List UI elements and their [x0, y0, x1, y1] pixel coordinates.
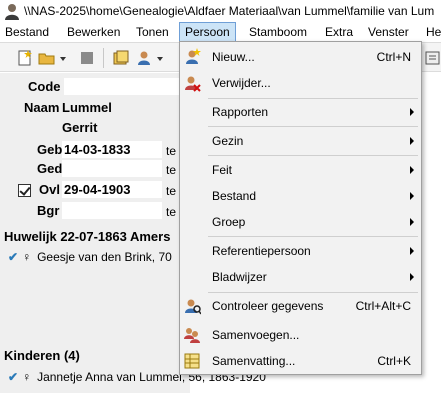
- partner-name: Geesje van den Brink, 70: [37, 250, 172, 264]
- menu-item-gezin[interactable]: Gezin: [180, 130, 421, 152]
- menu-bar: Bestand Bewerken Tonen Persoon Stamboom …: [0, 22, 441, 42]
- submenu-arrow-icon: [410, 166, 414, 174]
- menu-item-rapporten[interactable]: Rapporten: [180, 101, 421, 123]
- toolbar-more-icon[interactable]: [424, 49, 441, 67]
- menu-venster[interactable]: Venster: [363, 22, 414, 42]
- new-person-icon: [186, 48, 201, 64]
- app-icon: [5, 4, 19, 20]
- window-title: \\NAS-2025\home\Genealogie\Aldfaer Mater…: [24, 4, 435, 18]
- delete-person-icon: [185, 76, 201, 92]
- bgr-label: Bgr: [37, 203, 60, 218]
- baptism-date-field[interactable]: [62, 160, 162, 177]
- deceased-checkbox[interactable]: [18, 184, 31, 197]
- menu-stamboom[interactable]: Stamboom: [244, 22, 312, 42]
- death-place-prefix: te: [166, 184, 177, 198]
- check-icon: ✔: [8, 250, 19, 264]
- menu-item-groep[interactable]: Groep: [180, 211, 421, 233]
- submenu-arrow-icon: [410, 218, 414, 226]
- code-field[interactable]: [64, 78, 190, 95]
- menu-item-nieuw[interactable]: Nieuw... Ctrl+N: [180, 46, 421, 68]
- check-icon: ✔: [8, 370, 19, 384]
- menu-item-referentiepersoon[interactable]: Referentiepersoon: [180, 240, 421, 262]
- menu-bewerken[interactable]: Bewerken: [62, 22, 125, 42]
- menu-persoon[interactable]: Persoon: [179, 22, 236, 42]
- menu-help[interactable]: He: [421, 22, 441, 42]
- birth-place-prefix: te: [166, 144, 177, 158]
- menu-item-verwijder[interactable]: Verwijder...: [180, 72, 421, 94]
- burial-place-prefix: te: [166, 205, 177, 219]
- database-icon[interactable]: [112, 49, 130, 67]
- code-label: Code: [28, 79, 61, 94]
- new-record-icon[interactable]: [16, 49, 34, 67]
- female-icon: ♀: [22, 250, 32, 264]
- chevron-down-icon[interactable]: [155, 49, 165, 67]
- death-date-value[interactable]: 29-04-1903: [64, 182, 131, 197]
- menu-separator: [208, 98, 418, 99]
- partner-row[interactable]: ✔ ♀ Geesje van den Brink, 70: [8, 250, 172, 264]
- menu-item-bestand[interactable]: Bestand: [180, 185, 421, 207]
- menu-extra[interactable]: Extra: [320, 22, 358, 42]
- submenu-arrow-icon: [410, 273, 414, 281]
- person-icon[interactable]: [135, 49, 153, 67]
- marriage-header[interactable]: Huwelijk 22-07-1863 Amers: [4, 229, 170, 244]
- ged-label: Ged: [37, 161, 63, 176]
- persoon-menu: Nieuw... Ctrl+N Verwijder... Rapporten G…: [179, 41, 422, 375]
- menu-separator: [208, 236, 418, 237]
- menu-bestand[interactable]: Bestand: [0, 22, 54, 42]
- baptism-place-prefix: te: [166, 163, 177, 177]
- ovl-label: Ovl: [39, 182, 60, 197]
- toolbar-separator: [103, 48, 104, 68]
- summary-icon: [184, 353, 200, 369]
- menu-item-samenvoegen[interactable]: Samenvoegen...: [180, 324, 421, 346]
- menu-item-samenvatting[interactable]: Samenvatting... Ctrl+K: [180, 350, 421, 372]
- menu-item-controleer-gegevens[interactable]: Controleer gegevens Ctrl+Alt+C: [180, 295, 421, 317]
- check-person-icon: [185, 299, 201, 315]
- children-header[interactable]: Kinderen (4): [4, 348, 80, 363]
- geb-label: Geb: [37, 142, 63, 157]
- burial-date-field[interactable]: [62, 202, 162, 219]
- submenu-arrow-icon: [410, 108, 414, 116]
- menu-item-bladwijzer[interactable]: Bladwijzer: [180, 266, 421, 288]
- birth-date-value[interactable]: 14-03-1833: [64, 142, 131, 157]
- female-icon: ♀: [22, 370, 32, 384]
- surname-value[interactable]: Lummel: [62, 100, 112, 115]
- stop-icon[interactable]: [78, 49, 96, 67]
- merge-persons-icon: [184, 328, 200, 343]
- open-folder-icon[interactable]: [38, 49, 56, 67]
- menu-item-feit[interactable]: Feit: [180, 159, 421, 181]
- naam-label: Naam: [24, 100, 60, 115]
- menu-separator: [208, 155, 418, 156]
- submenu-arrow-icon: [410, 192, 414, 200]
- menu-separator: [208, 126, 418, 127]
- chevron-down-icon[interactable]: [58, 49, 68, 67]
- menu-separator: [208, 292, 418, 293]
- submenu-arrow-icon: [410, 247, 414, 255]
- menu-tonen[interactable]: Tonen: [131, 22, 174, 42]
- given-name-value[interactable]: Gerrit: [62, 120, 97, 135]
- submenu-arrow-icon: [410, 137, 414, 145]
- title-bar: \\NAS-2025\home\Genealogie\Aldfaer Mater…: [0, 0, 441, 22]
